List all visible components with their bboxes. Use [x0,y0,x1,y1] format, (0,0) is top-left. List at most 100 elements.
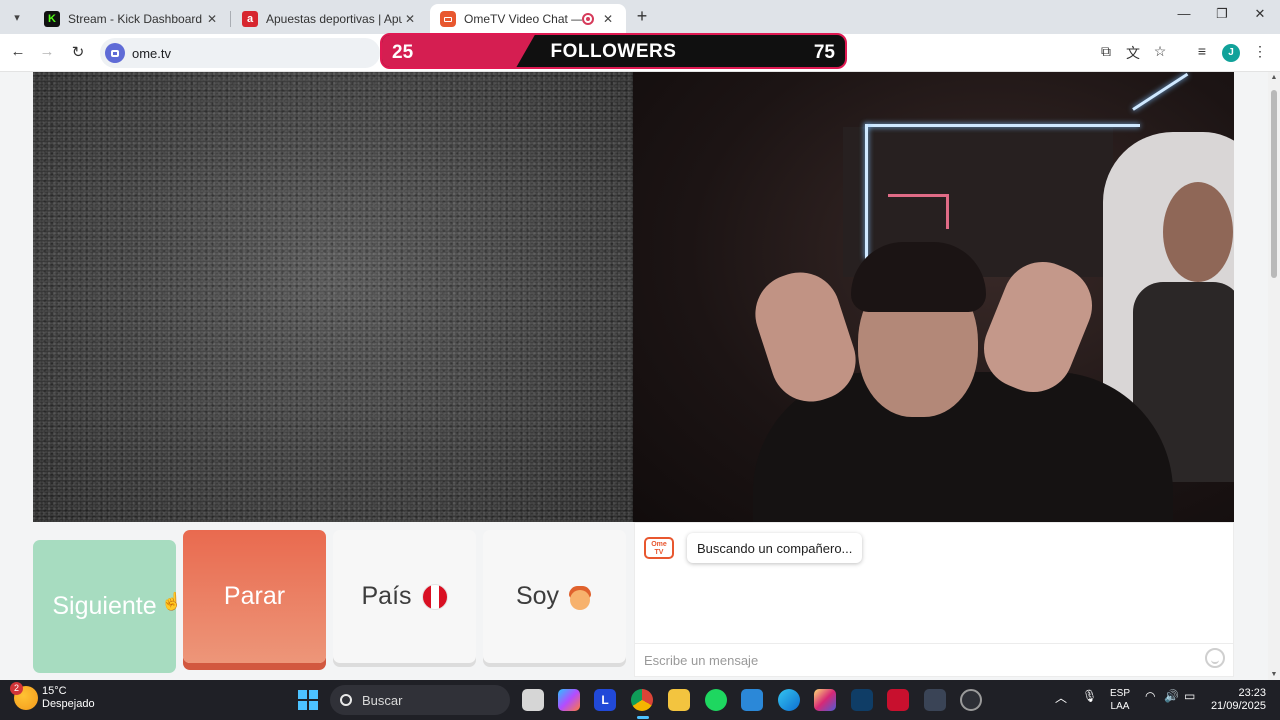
bookmark-star-icon[interactable]: ☆ [1150,43,1170,63]
next-button[interactable]: Siguiente [33,540,176,673]
status-message: Buscando un compañero... [697,540,853,556]
browser-tab-strip: ▾ K Stream - Kick Dashboard ✕ a Apuestas… [0,0,1280,34]
tab-kick-dashboard[interactable]: K Stream - Kick Dashboard ✕ [34,4,230,34]
scroll-down-icon[interactable]: ▼ [1270,671,1278,678]
tab-close-icon[interactable]: ✕ [600,12,616,26]
hand-cursor-icon: ☝ [161,592,183,611]
pink-light [946,194,949,229]
weather-sun-icon: 2 [10,682,38,710]
second-person-head [1163,182,1233,282]
microphone-icon[interactable]: 🎙 [1082,689,1097,703]
url-text: ome.tv [132,45,172,61]
message-placeholder: Escribe un mensaje [644,652,759,668]
windows-taskbar: 2 15°C Despejado Buscar L ︿ ESP LAA 🎙 ◠ … [0,680,1280,720]
stop-button-label: Parar [223,582,286,610]
weather-widget[interactable]: 2 15°C Despejado [10,682,95,711]
chat-panel: Ome TV Buscando un compañero... Escribe … [634,522,1234,677]
game-app-icon[interactable] [924,689,946,711]
obs-icon[interactable] [960,689,982,711]
translate-icon[interactable]: 文 [1123,43,1143,63]
ometv-favicon-icon [440,11,456,27]
message-input[interactable]: Escribe un mensaje [635,643,1233,676]
input-language[interactable]: ESP LAA [1110,687,1130,713]
page-scrollbar[interactable]: ▲ ▼ [1268,72,1280,680]
chrome-icon[interactable] [631,689,653,711]
new-tab-button[interactable]: + [632,7,652,27]
l-app-icon[interactable]: L [594,689,616,711]
instagram-icon[interactable] [814,689,836,711]
emoji-picker-icon[interactable] [1205,648,1225,668]
tab-ometv[interactable]: OmeTV Video Chat — Ome ✕ [430,4,626,34]
menu-kebab-icon[interactable]: ⋮ [1250,43,1270,63]
country-button[interactable]: País [333,530,476,663]
install-app-icon[interactable]: ⧉ [1096,43,1116,63]
tab-title: Stream - Kick Dashboard [68,12,203,26]
reload-icon[interactable]: ↻ [68,43,88,63]
stop-button[interactable]: Parar [183,530,326,663]
task-view-icon[interactable] [522,689,544,711]
search-placeholder: Buscar [362,692,403,708]
tab-divider [230,11,231,27]
back-arrow-icon[interactable]: ← [8,43,28,63]
site-info-icon[interactable] [105,43,125,63]
kick-favicon-icon: K [44,11,60,27]
goal-current-count: 25 [392,42,414,63]
tab-search-icon[interactable]: ▾ [6,6,28,28]
recording-icon [582,13,594,25]
led-strip [865,124,868,259]
pink-light [888,194,948,197]
system-clock[interactable]: 23:23 21/09/2025 [1210,687,1266,713]
tab-close-icon[interactable]: ✕ [204,12,220,26]
taskbar-search-box[interactable]: Buscar [330,685,510,715]
edge-icon[interactable] [778,689,800,711]
microsoft-store-icon[interactable] [741,689,763,711]
gender-button[interactable]: Soy [483,530,626,663]
self-camera-video [633,72,1234,522]
next-button-label: Siguiente [52,592,157,620]
peru-flag-icon [421,583,448,610]
mcafee-icon[interactable] [887,689,909,711]
apuestas-favicon-icon: a [242,11,258,27]
goal-target-count: 75 [813,42,835,63]
active-app-indicator [637,716,649,719]
clock-time: 23:23 [1238,687,1266,699]
keyboard-layout: LAA [1110,701,1130,712]
search-icon [340,694,352,706]
country-button-label: País [361,582,412,610]
goal-label: FOLLOWERS [550,41,677,62]
followers-goal-bar: FOLLOWERS 25 75 [380,33,847,69]
weather-description: Despejado [42,698,95,710]
windows-start-icon[interactable] [298,690,318,710]
close-window-icon[interactable]: ✕ [1246,6,1274,28]
reading-list-icon[interactable]: ≡ [1192,43,1212,63]
file-explorer-icon[interactable] [668,689,690,711]
notification-badge: 2 [10,682,23,695]
weather-temperature: 15°C [42,685,67,697]
volume-icon[interactable]: 🔊 [1164,689,1179,703]
video-stage [33,72,1234,522]
tab-title: Apuestas deportivas | Apuestas [266,12,402,26]
battery-icon[interactable]: ▭ [1184,689,1195,703]
ometv-logo-icon: Ome TV [644,537,674,559]
restore-icon[interactable]: ❐ [1208,6,1236,28]
gender-button-label: Soy [515,582,560,610]
spotify-icon[interactable] [705,689,727,711]
disney-plus-icon[interactable] [851,689,873,711]
ometv-page: Siguiente Parar País Soy ☝ Ome TV Buscan… [0,72,1280,680]
scroll-up-icon[interactable]: ▲ [1270,74,1278,81]
scroll-thumb[interactable] [1271,90,1277,278]
tray-overflow-chevron-icon[interactable]: ︿ [1055,689,1067,706]
address-bar[interactable]: ome.tv [100,38,380,68]
clock-date: 21/09/2025 [1210,700,1266,712]
led-strip [865,124,1140,127]
minimize-icon[interactable]: — [1170,6,1198,28]
boy-emoji-icon [567,584,593,610]
tab-close-icon[interactable]: ✕ [402,12,418,26]
forward-arrow-icon[interactable]: → [37,43,57,63]
language-code: ESP [1110,688,1131,699]
profile-avatar[interactable]: J [1222,44,1240,62]
tab-apuestas[interactable]: a Apuestas deportivas | Apuestas ✕ [232,4,428,34]
person-hair [851,242,986,312]
copilot-icon[interactable] [558,689,580,711]
wifi-icon[interactable]: ◠ [1145,689,1155,703]
